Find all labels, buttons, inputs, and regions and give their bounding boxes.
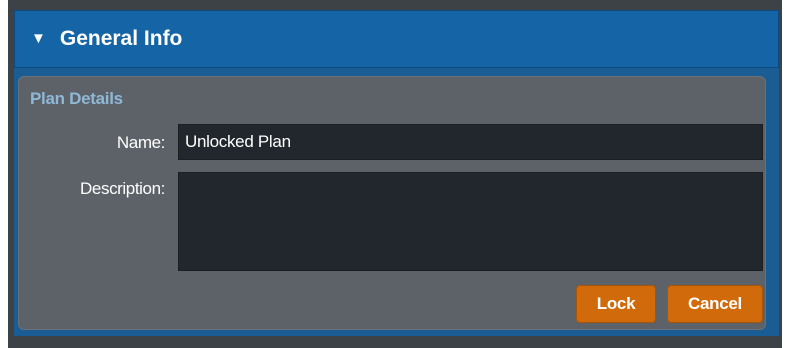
triangle-down-icon: ▼ bbox=[31, 29, 46, 47]
lock-button[interactable]: Lock bbox=[576, 285, 656, 323]
general-info-header[interactable]: ▼ General Info bbox=[14, 10, 779, 68]
plan-details-legend: Plan Details bbox=[30, 89, 123, 108]
name-input[interactable] bbox=[178, 124, 763, 160]
panel-bottom-bar bbox=[14, 336, 779, 348]
plan-details-fieldset: Plan Details Name: Description: Lock Can… bbox=[18, 76, 766, 330]
panel-title: General Info bbox=[59, 27, 183, 50]
cancel-button[interactable]: Cancel bbox=[667, 285, 763, 323]
name-label: Name: bbox=[116, 133, 165, 152]
description-label: Description: bbox=[80, 179, 165, 198]
description-input[interactable] bbox=[178, 172, 763, 271]
